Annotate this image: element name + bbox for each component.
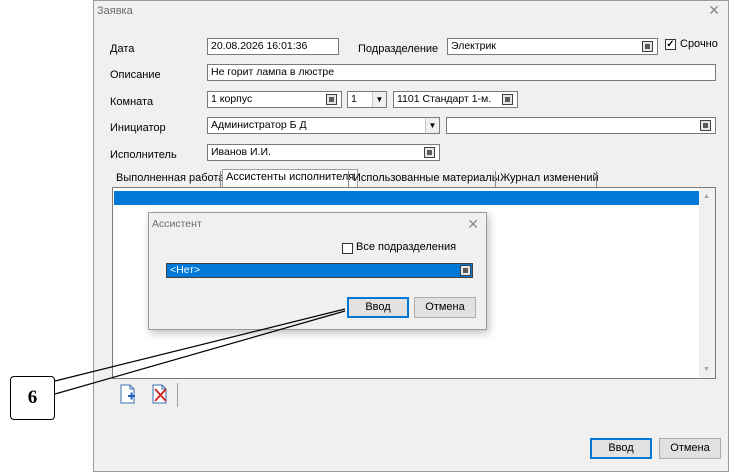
list-item-selected[interactable] [114,191,700,205]
executor-picker-button[interactable] [424,147,435,158]
date-label: Дата [110,43,135,55]
dialog-title: Ассистент [152,218,202,230]
tab-used-materials[interactable]: Использованные материалы [350,171,503,188]
tab-divider [220,171,221,188]
dialog-ok-button[interactable]: Ввод [347,297,409,318]
dialog-close-button[interactable]: ✕ [467,216,479,232]
dialog-cancel-button[interactable]: Отмена [414,297,476,318]
date-field[interactable]: 20.08.2026 16:01:36 [207,38,339,55]
tab-divider [348,171,349,188]
tab-completed-work[interactable]: Выполненная работа [113,171,227,188]
room-floor-value: 1 [351,93,357,105]
all-departments-label: Все подразделения [356,241,457,253]
chevron-down-icon[interactable]: ▼ [425,118,439,133]
vertical-scrollbar[interactable]: ▲ ▼ [699,188,715,378]
initiator-value: Администратор Б Д [211,119,307,131]
description-label: Описание [110,69,161,81]
initiator-select[interactable]: Администратор Б Д ▼ [207,117,440,134]
tab-executor-assistants[interactable]: Ассистенты исполнителя [222,169,359,189]
department-value: Электрик [451,40,496,52]
room-building-field[interactable]: 1 корпус [207,91,342,108]
executor-value: Иванов И.И. [211,146,271,158]
assistant-field[interactable]: <Нет> [166,263,473,278]
scroll-up-icon[interactable]: ▲ [703,193,710,200]
tab-divider [596,171,597,188]
window-close-button[interactable]: ✕ [708,2,720,18]
department-picker-button[interactable] [642,41,653,52]
building-picker-button[interactable] [326,94,337,105]
room-number-value: 1101 Стандарт 1-м. [397,93,492,105]
assistant-value: <Нет> [170,264,201,276]
room-label: Комната [110,96,154,108]
department-field[interactable]: Электрик [447,38,658,55]
initiator-picker-button[interactable] [700,120,711,131]
tab-divider [495,171,496,188]
description-field[interactable]: Не горит лампа в люстре [207,64,716,81]
department-label: Подразделение [358,43,439,55]
delete-document-icon[interactable] [151,384,169,404]
toolbar-divider [177,383,178,407]
cancel-button[interactable]: Отмена [659,438,721,459]
window-title: Заявка [97,5,133,17]
chevron-down-icon[interactable]: ▼ [372,92,386,107]
initiator-extra-field[interactable] [446,117,716,134]
ok-button[interactable]: Ввод [590,438,652,459]
list-toolbar [112,379,716,411]
scroll-down-icon[interactable]: ▼ [703,366,710,373]
initiator-label: Инициатор [110,122,166,134]
urgent-label: Срочно [680,38,718,50]
add-document-icon[interactable] [119,384,137,404]
executor-field[interactable]: Иванов И.И. [207,144,440,161]
executor-label: Исполнитель [110,149,177,161]
callout-number-badge: 6 [10,376,55,420]
room-picker-button[interactable] [502,94,513,105]
room-floor-select[interactable]: 1 ▼ [347,91,387,108]
all-departments-checkbox[interactable] [342,243,353,254]
assistant-dialog: Ассистент ✕ Все подразделения <Нет> Ввод… [148,212,487,330]
room-number-field[interactable]: 1101 Стандарт 1-м. [393,91,518,108]
urgent-checkbox[interactable]: ✓ [665,39,676,50]
room-building-value: 1 корпус [211,93,253,105]
tab-change-log[interactable]: Журнал изменений [497,171,602,188]
assistant-picker-button[interactable] [460,265,471,276]
